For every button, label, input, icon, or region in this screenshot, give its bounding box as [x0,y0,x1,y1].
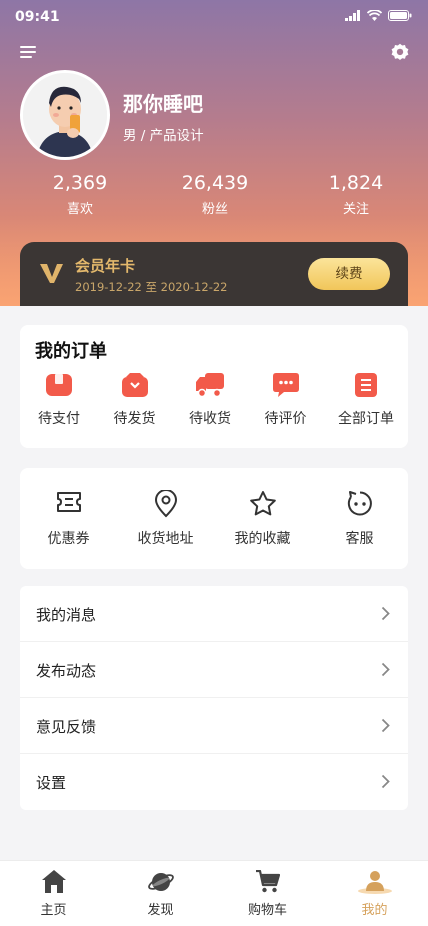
vip-card[interactable]: 会员年卡 2019-12-22 至 2020-12-22 续费 [20,242,408,306]
order-item-label: 待收货 [189,411,231,427]
vip-v-icon [40,264,63,283]
wallet-icon [46,374,72,396]
tools-row: 优惠券 收货地址 我的收藏 客服 [20,490,408,548]
list-item-label: 我的消息 [36,606,97,624]
star-icon [249,491,276,516]
planet-icon [147,873,174,891]
list-icon [355,373,377,397]
list-item-settings[interactable]: 设置 [20,754,408,810]
stat-label: 喜欢 [66,202,93,217]
tab-cart[interactable]: 购物车 [214,861,321,926]
tool-label: 收货地址 [137,531,194,547]
user-icon [357,871,392,894]
list-item-post[interactable]: 发布动态 [20,642,408,698]
orders-title: 我的订单 [35,341,107,362]
cellular-signal-icon [345,10,360,21]
stat-value: 1,824 [328,172,384,194]
orders-row: 待支付 待发货 待收货 待评价 全部订单 [20,373,408,428]
battery-icon [388,10,412,21]
tools-card: 优惠券 收货地址 我的收藏 客服 [20,468,408,569]
list-item-messages[interactable]: 我的消息 [20,586,408,642]
chevron-right-icon [381,662,390,677]
order-item-label: 待评价 [264,411,307,427]
tool-label: 优惠券 [47,531,90,547]
chevron-right-icon [381,718,390,733]
avatar[interactable] [20,70,110,160]
order-all[interactable]: 全部订单 [324,373,408,428]
avatar-illustration [23,73,107,157]
order-pending-receipt[interactable]: 待收货 [173,373,247,428]
coupon-icon [56,492,81,512]
menu-icon[interactable] [20,45,38,60]
stat-fans[interactable]: 26,439 粉丝 [155,172,275,217]
chevron-right-icon [381,606,390,621]
truck-icon [196,373,224,397]
order-item-label: 全部订单 [338,411,394,427]
tool-customer-service[interactable]: 客服 [311,490,408,548]
tab-profile[interactable]: 我的 [321,861,428,926]
home-icon [41,870,66,893]
wifi-icon [367,10,382,21]
order-pending-review[interactable]: 待评价 [249,373,323,428]
gear-icon[interactable] [390,42,410,62]
tool-label: 我的收藏 [234,531,291,547]
stat-likes[interactable]: 2,369 喜欢 [20,172,140,217]
list-item-label: 意见反馈 [36,718,97,736]
stat-label: 关注 [342,202,369,217]
tool-favorites[interactable]: 我的收藏 [214,490,311,548]
tab-label: 购物车 [247,903,287,918]
stat-value: 2,369 [52,172,108,194]
order-pending-shipment[interactable]: 待发货 [98,373,172,428]
list-item-label: 设置 [36,774,67,792]
tab-home[interactable]: 主页 [0,861,107,926]
cart-icon [255,870,280,893]
tool-coupon[interactable]: 优惠券 [20,490,117,548]
tab-label: 主页 [40,903,67,918]
user-name: 那你睡吧 [123,92,203,116]
user-subtitle: 男 / 产品设计 [123,128,204,144]
vip-date-range: 2019-12-22 至 2020-12-22 [75,280,228,294]
tab-discover[interactable]: 发现 [107,861,214,926]
location-pin-icon [154,490,177,518]
stat-following[interactable]: 1,824 关注 [296,172,416,217]
customer-service-icon [347,491,372,516]
comment-icon [272,373,299,397]
tool-address[interactable]: 收货地址 [117,490,214,548]
chevron-right-icon [381,774,390,789]
tab-bar: 主页 发现 购物车 我的 [0,860,428,926]
order-item-label: 待发货 [113,411,156,427]
renew-button[interactable]: 续费 [308,258,390,290]
stat-value: 26,439 [181,172,249,194]
orders-card: 我的订单 待支付 待发货 待收货 待评价 全部订单 [20,325,408,448]
order-pending-payment[interactable]: 待支付 [22,373,96,428]
order-item-label: 待支付 [38,411,80,427]
package-icon [121,373,148,397]
tab-label: 我的 [361,903,388,918]
status-time: 09:41 [15,9,60,25]
settings-list: 我的消息 发布动态 意见反馈 设置 [20,586,408,810]
tool-label: 客服 [345,531,374,547]
list-item-feedback[interactable]: 意见反馈 [20,698,408,754]
tab-label: 发现 [147,903,174,918]
list-item-label: 发布动态 [36,662,97,680]
vip-title: 会员年卡 [75,257,136,275]
status-bar: 09:41 [0,0,428,34]
stat-label: 粉丝 [201,202,228,217]
